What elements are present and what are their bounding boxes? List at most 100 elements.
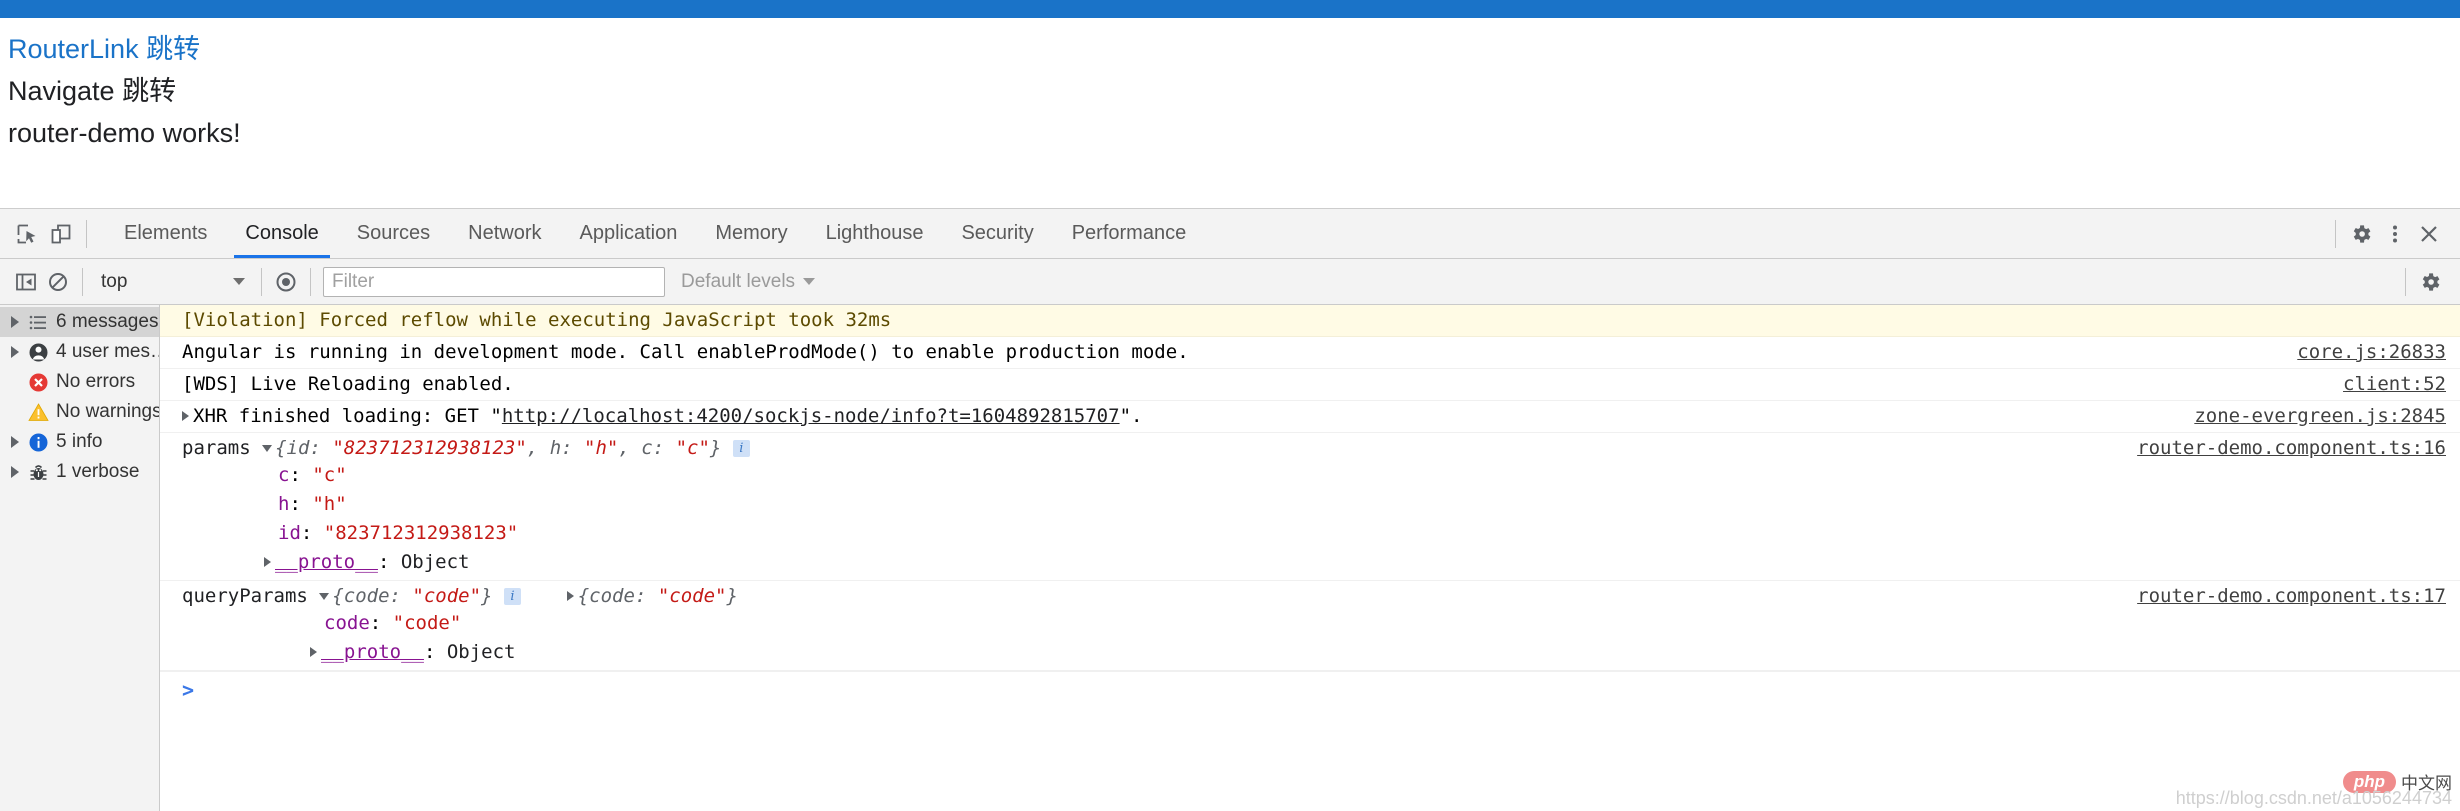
page-line-works: router-demo works! [8,112,2452,154]
object-info-badge[interactable]: i [733,440,750,457]
watermark-cn-label: 中文网 [2401,769,2452,794]
tab-memory[interactable]: Memory [696,209,806,258]
sidebar-item-user-messages[interactable]: 4 user mes… [0,337,159,367]
message-source-link[interactable]: client:52 [2343,372,2446,397]
sidebar-item-label: 1 verbose [56,461,139,483]
sidebar-item-verbose[interactable]: 1 verbose [0,457,159,487]
console-filter-input[interactable] [323,267,665,297]
sidebar-item-errors[interactable]: No errors [0,367,159,397]
routerlink-jump-link[interactable]: RouterLink 跳转 [8,34,200,64]
inspect-element-icon[interactable] [10,217,44,251]
params-property-row: h: "h" [182,490,2446,519]
verbose-bug-icon [24,462,52,483]
message-text: XHR finished loading: GET "http://localh… [182,404,2174,429]
expand-arrow-icon[interactable] [182,411,189,421]
proto-key[interactable]: __proto__ [275,551,378,573]
console-message-params[interactable]: params {id: "823712312938123", h: "h", c… [160,433,2460,581]
collapse-arrow-icon[interactable] [262,445,272,452]
console-sidebar: 6 messages 4 user mes… [0,305,160,811]
tab-network[interactable]: Network [449,209,560,258]
message-text: [WDS] Live Reloading enabled. [182,372,2323,397]
more-options-icon[interactable] [2378,217,2412,251]
message-source-link[interactable]: core.js:26833 [2297,340,2446,365]
console-toolbar-right [2397,266,2460,298]
params-proto-row[interactable]: __proto__: Object [182,548,2446,577]
property-key: h [278,493,289,515]
log-levels-dropdown[interactable]: Default levels [681,271,815,293]
prompt-chevron-icon: > [182,678,194,702]
console-sidebar-toggle-icon[interactable] [10,266,42,298]
console-message-violation[interactable]: [Violation] Forced reflow while executin… [160,305,2460,337]
chevron-down-icon [803,278,815,285]
queryparams-property-row: code: "code" [182,609,2446,638]
preview-value: "823712312938123" [332,437,526,459]
preview-key: c [641,437,652,459]
settings-gear-icon[interactable] [2344,217,2378,251]
message-source-link[interactable]: router-demo.component.ts:16 [2137,436,2446,461]
tab-label: Network [468,222,541,245]
tab-console[interactable]: Console [226,209,337,258]
expand-arrow-icon[interactable] [310,647,317,657]
tab-security[interactable]: Security [942,209,1052,258]
info-icon [24,432,52,453]
preview-value: "h" [584,437,618,459]
expand-arrow-icon[interactable] [264,557,271,567]
property-value: "code" [393,612,462,634]
console-prompt-row[interactable]: > [160,671,2460,708]
object-info-badge[interactable]: i [504,588,521,605]
queryparams-proto-row[interactable]: __proto__: Object [182,638,2446,667]
page-line-routerlink: RouterLink 跳转 [8,28,2452,70]
tab-sources[interactable]: Sources [338,209,449,258]
message-source-link[interactable]: router-demo.component.ts:17 [2137,584,2446,609]
toolbar-divider [310,268,311,296]
device-toolbar-icon[interactable] [44,217,78,251]
preview-key: id [287,437,310,459]
expand-arrow-icon[interactable] [6,436,24,448]
sidebar-item-info[interactable]: 5 info [0,427,159,457]
property-key: code [324,612,370,634]
tab-lighthouse[interactable]: Lighthouse [807,209,943,258]
message-source-link[interactable]: zone-evergreen.js:2845 [2194,404,2446,429]
tab-label: Elements [124,222,207,245]
params-property-row: c: "c" [182,461,2446,490]
expand-arrow-icon[interactable] [6,346,24,358]
expand-arrow-icon[interactable] [567,591,574,601]
expand-arrow-icon[interactable] [6,316,24,328]
console-settings-gear-icon[interactable] [2414,266,2446,298]
page-content: RouterLink 跳转 Navigate 跳转 router-demo wo… [0,18,2460,208]
clear-console-icon[interactable] [42,266,74,298]
console-message-queryparams[interactable]: queryParams {code: "code"} i {code: "cod… [160,581,2460,671]
devtools-right-icons [2327,209,2460,258]
property-key: id [278,522,301,544]
watermark-url: https://blog.csdn.net/a1056244734 [2176,788,2452,809]
list-icon [24,313,52,332]
expand-arrow-icon[interactable] [6,466,24,478]
tab-application[interactable]: Application [561,209,697,258]
execution-context-select[interactable]: top [91,267,253,297]
preview-value: "code" [412,585,481,607]
console-message-xhr[interactable]: XHR finished loading: GET "http://localh… [160,401,2460,433]
proto-key[interactable]: __proto__ [321,641,424,663]
sidebar-item-messages[interactable]: 6 messages [0,307,159,337]
log-levels-label: Default levels [681,271,795,293]
sidebar-item-warnings[interactable]: No warnings [0,397,159,427]
property-value: "823712312938123" [324,522,518,544]
console-message-angular-devmode[interactable]: Angular is running in development mode. … [160,337,2460,369]
property-value: "c" [312,464,346,486]
live-expression-icon[interactable] [270,266,302,298]
queryparams-label: queryParams [182,585,308,607]
params-label: params [182,437,251,459]
message-text: Angular is running in development mode. … [182,340,2277,365]
watermark: php 中文网 https://blog.csdn.net/a105624473… [2176,769,2452,809]
queryparams-header: queryParams {code: "code"} i {code: "cod… [182,584,2117,609]
proto-value: Object [447,641,516,663]
collapse-arrow-icon[interactable] [319,593,329,600]
close-devtools-icon[interactable] [2412,217,2446,251]
toolbar-divider [2335,220,2336,248]
console-message-wds[interactable]: [WDS] Live Reloading enabled. client:52 [160,369,2460,401]
tab-elements[interactable]: Elements [105,209,226,258]
devtools-tabs: Elements Console Sources Network Applica… [105,209,1205,258]
tab-performance[interactable]: Performance [1053,209,1206,258]
preview-key: code [589,585,635,607]
xhr-url-link[interactable]: http://localhost:4200/sockjs-node/info?t… [502,405,1120,427]
